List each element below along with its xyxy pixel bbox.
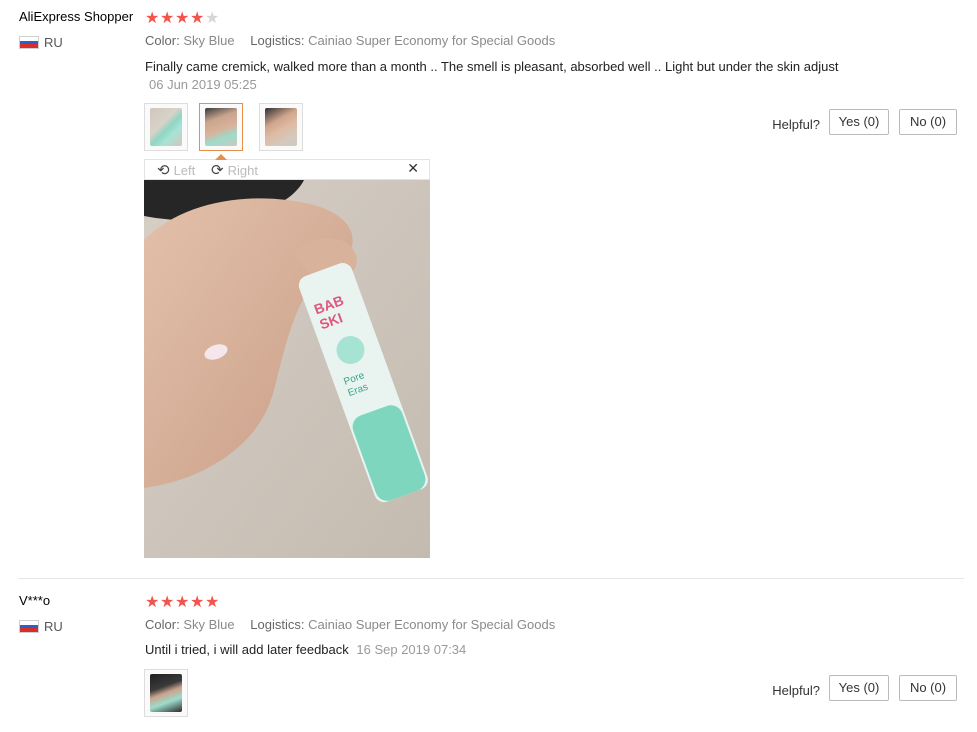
- helpful-no-button[interactable]: No (0): [899, 109, 957, 135]
- star-icon: ★: [175, 10, 191, 27]
- logistics-label: Logistics:: [250, 617, 305, 632]
- review-photo-thumbnail[interactable]: [259, 103, 303, 151]
- logistics-value: Cainiao Super Economy for Special Goods: [308, 617, 556, 632]
- helpful-label: Helpful?: [772, 683, 820, 698]
- rotate-right-button[interactable]: ⟳ Right: [211, 161, 258, 179]
- review-item: AliExpress Shopper RU ★★★★★ Color: Sky B…: [0, 0, 977, 578]
- review-item: V***o RU ★★★★★ Color: Sky Blue Logistics…: [0, 579, 977, 732]
- review-body: Until i tried, i will add later feedback: [145, 642, 349, 657]
- review-photo-thumbnail[interactable]: [144, 669, 188, 717]
- helpful-no-button[interactable]: No (0): [899, 675, 957, 701]
- rotate-left-icon: ⟲: [157, 162, 170, 179]
- star-icon: ★: [145, 594, 161, 611]
- logistics-label: Logistics:: [250, 33, 305, 48]
- country-code: RU: [44, 619, 63, 634]
- star-icon: ★: [205, 594, 221, 611]
- product-photo-hand-with-tube: BAB SKI Pore Eras: [144, 180, 430, 558]
- review-date: 06 Jun 2019 05:25: [149, 77, 257, 92]
- reviewer-country: RU: [19, 35, 63, 50]
- review-text: Until i tried, i will add later feedback…: [145, 641, 845, 659]
- order-attributes: Color: Sky Blue Logistics: Cainiao Super…: [145, 33, 555, 48]
- logistics-value: Cainiao Super Economy for Special Goods: [308, 33, 556, 48]
- star-icon: ★: [160, 10, 176, 27]
- star-icon: ★: [190, 594, 206, 611]
- star-icon: ★: [160, 594, 176, 611]
- reviewer-country: RU: [19, 619, 63, 634]
- helpful-yes-button[interactable]: Yes (0): [829, 109, 889, 135]
- star-icon: ★: [190, 10, 206, 27]
- review-photo-thumbnail[interactable]: [144, 103, 188, 151]
- review-photo-large: BAB SKI Pore Eras: [144, 180, 430, 558]
- review-text: Finally came cremick, walked more than a…: [145, 58, 845, 94]
- star-icon: ★: [205, 10, 221, 27]
- color-value: Sky Blue: [183, 617, 235, 632]
- review-date: 16 Sep 2019 07:34: [356, 642, 467, 657]
- russia-flag-icon: [19, 620, 39, 633]
- helpful-label: Helpful?: [772, 117, 820, 132]
- color-value: Sky Blue: [183, 33, 235, 48]
- reviewer-name: AliExpress Shopper: [19, 9, 134, 24]
- country-code: RU: [44, 35, 63, 50]
- rotate-left-button[interactable]: ⟲ Left: [157, 161, 195, 179]
- review-photo-thumbnail-selected[interactable]: [199, 103, 243, 151]
- helpful-yes-button[interactable]: Yes (0): [829, 675, 889, 701]
- review-body: Finally came cremick, walked more than a…: [145, 59, 839, 74]
- close-icon[interactable]: ✕: [407, 160, 419, 177]
- order-attributes: Color: Sky Blue Logistics: Cainiao Super…: [145, 617, 555, 632]
- star-rating: ★★★★★: [145, 8, 220, 28]
- reviewer-name: V***o: [19, 593, 51, 608]
- star-icon: ★: [145, 10, 161, 27]
- star-icon: ★: [175, 594, 191, 611]
- thumbnail-pointer: [215, 154, 227, 160]
- photo-viewer-toolbar: ⟲ Left ⟳ Right ✕: [144, 154, 430, 180]
- color-label: Color:: [145, 33, 180, 48]
- rotate-right-icon: ⟳: [211, 162, 224, 179]
- star-rating: ★★★★★: [145, 592, 220, 612]
- russia-flag-icon: [19, 36, 39, 49]
- color-label: Color:: [145, 617, 180, 632]
